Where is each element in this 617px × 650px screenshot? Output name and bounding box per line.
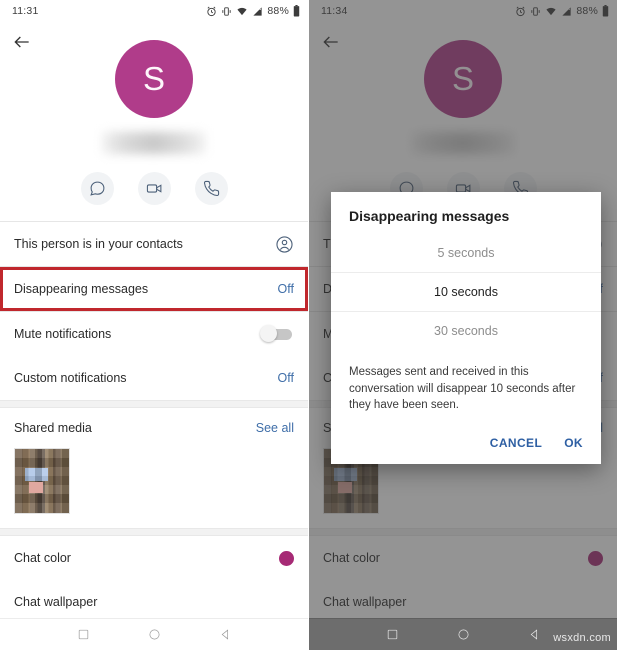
battery-icon <box>293 5 300 17</box>
toggle-knob <box>260 325 277 342</box>
watermark: wsxdn.com <box>553 632 611 644</box>
vibrate-icon <box>222 6 231 16</box>
row-chat-color[interactable]: Chat color <box>0 536 308 580</box>
chat-color-swatch[interactable] <box>279 550 294 566</box>
option-5-seconds[interactable]: 5 seconds <box>331 234 601 272</box>
row-disappearing-messages[interactable]: Disappearing messages Off <box>0 267 308 311</box>
triangle-back-icon[interactable] <box>528 628 541 641</box>
voice-call-action[interactable] <box>194 172 228 205</box>
message-action[interactable] <box>80 172 114 205</box>
row-mute-notifications[interactable]: Mute notifications <box>0 312 308 356</box>
signal-icon <box>253 6 262 16</box>
row-chat-color-label: Chat color <box>14 551 71 565</box>
square-icon[interactable] <box>77 628 90 641</box>
dialog-description: Messages sent and received in this conve… <box>349 366 576 412</box>
row-disappearing-messages-value: Off <box>277 282 294 296</box>
option-10-seconds[interactable]: 10 seconds <box>331 273 601 311</box>
row-disappearing-messages-label: Disappearing messages <box>14 282 149 296</box>
section-gap <box>0 528 308 536</box>
row-custom-notifications-label: Custom notifications <box>14 371 127 385</box>
phone-icon <box>203 180 219 197</box>
shared-media-label: Shared media <box>14 421 92 435</box>
alarm-icon <box>207 6 216 16</box>
dialog-title: Disappearing messages <box>349 208 510 224</box>
wifi-icon <box>237 7 247 15</box>
row-mute-notifications-label: Mute notifications <box>14 327 112 341</box>
disappearing-messages-dialog: Disappearing messages 5 seconds 10 secon… <box>331 192 601 465</box>
cancel-button[interactable]: CANCEL <box>490 436 542 450</box>
status-bar: 11:31 88% <box>0 0 308 22</box>
shared-media-strip <box>0 448 308 528</box>
row-in-contacts[interactable]: This person is in your contacts <box>0 222 308 266</box>
triangle-back-icon[interactable] <box>219 628 232 641</box>
phone-screen-left: 11:31 88% S This person is in your conta… <box>0 0 308 650</box>
status-icon-group: 88% <box>206 5 300 17</box>
row-chat-wallpaper-label: Chat wallpaper <box>14 595 98 609</box>
row-in-contacts-label: This person is in your contacts <box>14 237 183 251</box>
avatar-container: S <box>0 40 308 118</box>
option-30-seconds[interactable]: 30 seconds <box>331 312 601 350</box>
status-time: 11:31 <box>12 5 39 17</box>
square-icon[interactable] <box>386 628 399 641</box>
section-gap <box>0 400 308 408</box>
message-bubble-icon <box>89 181 104 196</box>
navigation-bar <box>0 618 308 650</box>
contact-name-blurred <box>102 132 206 154</box>
account-circle-icon[interactable] <box>275 235 294 254</box>
see-all-link[interactable]: See all <box>256 421 294 435</box>
quick-actions <box>0 172 308 221</box>
video-camera-icon <box>146 184 161 193</box>
circle-icon[interactable] <box>148 628 161 641</box>
media-thumbnail[interactable] <box>14 448 70 514</box>
video-call-action[interactable] <box>137 172 171 205</box>
back-arrow-icon[interactable] <box>12 32 32 52</box>
row-custom-notifications-value: Off <box>277 371 294 385</box>
shared-media-header: Shared media See all <box>0 408 308 448</box>
pixelation-overlay <box>15 449 69 513</box>
circle-icon[interactable] <box>457 628 470 641</box>
battery-percent: 88% <box>267 5 289 17</box>
dialog-actions: CANCEL OK <box>331 418 601 464</box>
phone-screen-right: 11:34 88% S <box>308 0 617 650</box>
row-custom-notifications[interactable]: Custom notifications Off <box>0 356 308 400</box>
screenshot-pair: 11:31 88% S This person is in your conta… <box>0 0 617 650</box>
ok-button[interactable]: OK <box>564 436 583 450</box>
avatar[interactable]: S <box>115 40 193 118</box>
mute-notifications-toggle[interactable] <box>260 325 294 342</box>
